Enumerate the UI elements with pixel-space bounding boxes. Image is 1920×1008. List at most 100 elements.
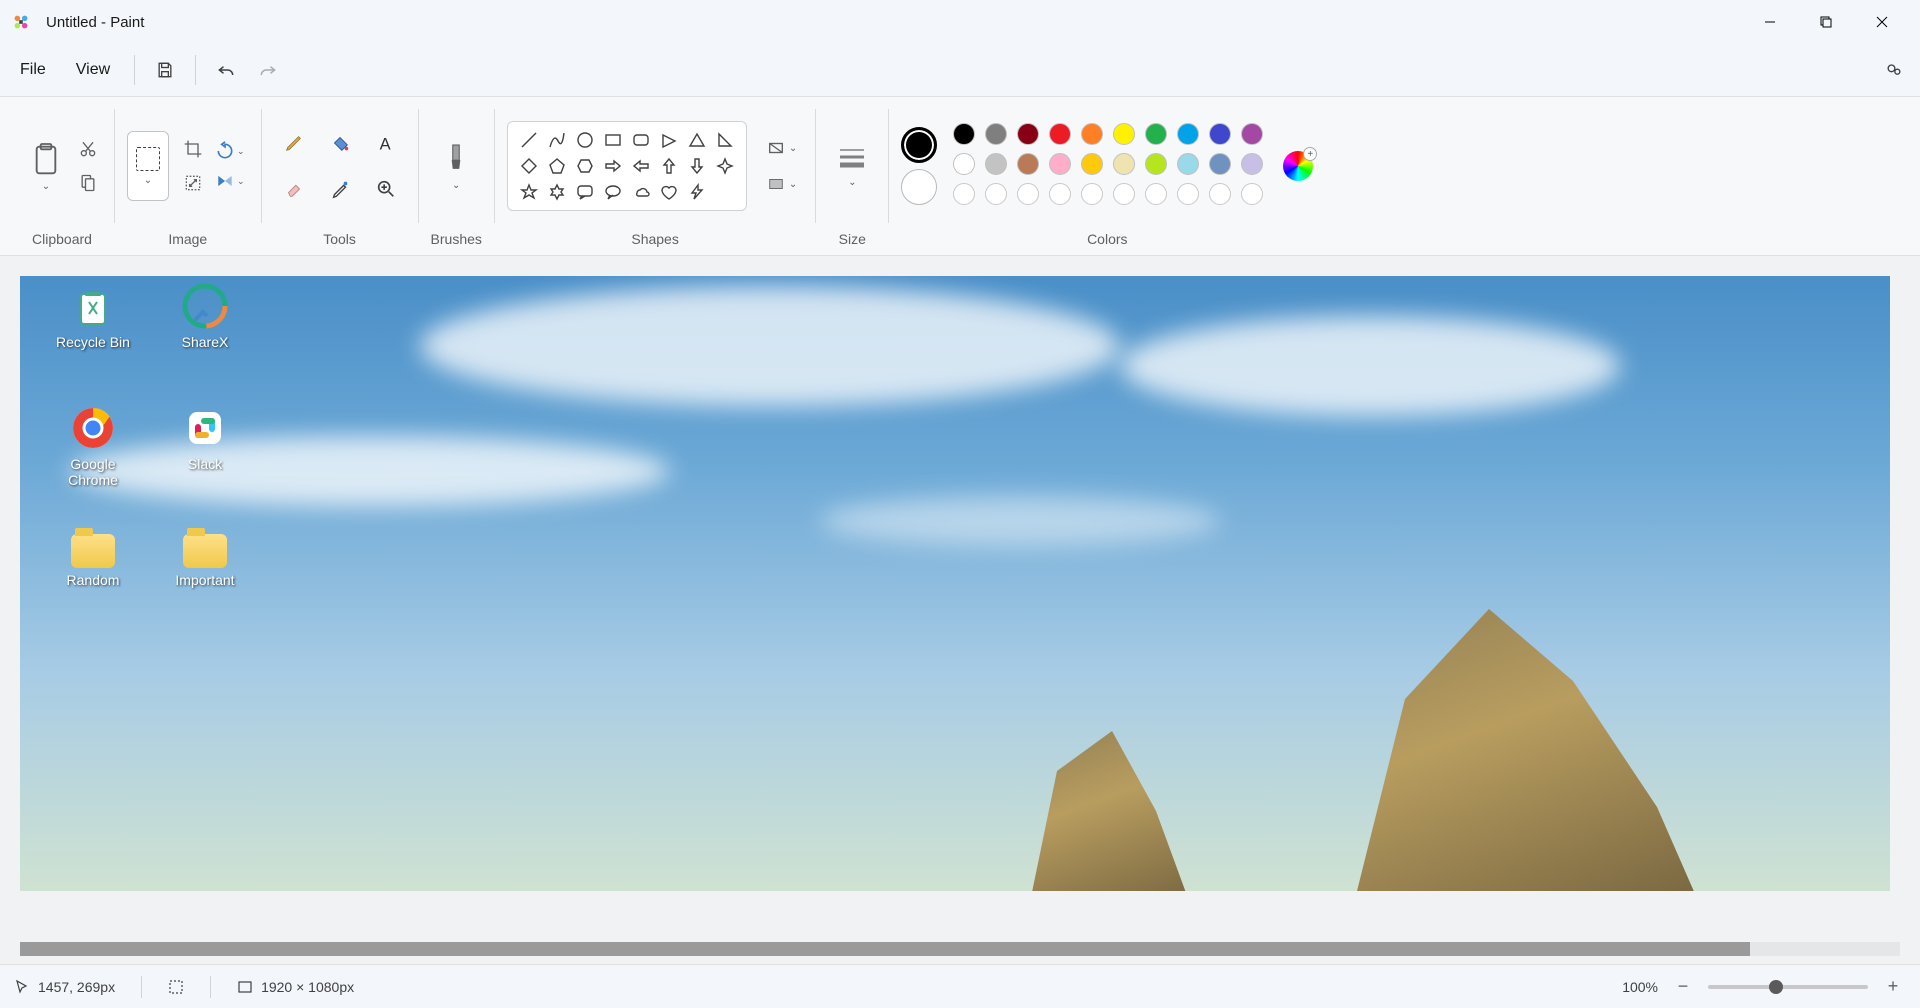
paste-button[interactable]: ⌄	[22, 137, 70, 196]
size-button[interactable]: ⌄	[828, 141, 876, 192]
vertical-scrollbar[interactable]	[1902, 276, 1916, 936]
color-swatch-19[interactable]	[1241, 153, 1263, 175]
selection-size-icon	[168, 979, 184, 995]
shape-outline-button[interactable]: ⌄	[761, 135, 803, 161]
shape-diamond[interactable]	[516, 154, 542, 178]
shape-pentagon[interactable]	[544, 154, 570, 178]
chevron-down-icon: ⌄	[42, 181, 50, 192]
color-swatch-1[interactable]	[985, 123, 1007, 145]
custom-color-slot-1[interactable]	[985, 183, 1007, 205]
color-swatch-5[interactable]	[1113, 123, 1135, 145]
copilot-button[interactable]	[1874, 50, 1914, 90]
color-swatch-3[interactable]	[1049, 123, 1071, 145]
paint-app-icon	[10, 11, 32, 33]
custom-color-slot-6[interactable]	[1145, 183, 1167, 205]
minimize-button[interactable]	[1742, 0, 1798, 44]
shape-hexagon[interactable]	[572, 154, 598, 178]
color-swatch-18[interactable]	[1209, 153, 1231, 175]
edit-colors-button[interactable]: +	[1283, 151, 1313, 181]
custom-color-slot-0[interactable]	[953, 183, 975, 205]
zoom-slider[interactable]	[1708, 985, 1868, 989]
sharex-icon	[181, 282, 229, 330]
desktop-icon-label: Random	[67, 572, 120, 588]
custom-color-slot-8[interactable]	[1209, 183, 1231, 205]
color-swatch-7[interactable]	[1177, 123, 1199, 145]
shape-oval[interactable]	[572, 128, 598, 152]
color-swatch-2[interactable]	[1017, 123, 1039, 145]
maximize-button[interactable]	[1798, 0, 1854, 44]
custom-color-slot-5[interactable]	[1113, 183, 1135, 205]
shape-rounded-rectangle[interactable]	[628, 128, 654, 152]
magnifier-tool[interactable]	[366, 169, 406, 209]
zoom-in-button[interactable]: +	[1880, 974, 1906, 1000]
color-swatch-16[interactable]	[1145, 153, 1167, 175]
color-swatch-8[interactable]	[1209, 123, 1231, 145]
custom-color-slot-9[interactable]	[1241, 183, 1263, 205]
color-picker-tool[interactable]	[320, 169, 360, 209]
shape-five-point-star[interactable]	[516, 180, 542, 204]
undo-button[interactable]	[206, 50, 246, 90]
rotate-button[interactable]: ⌄	[211, 139, 249, 163]
shape-curve[interactable]	[544, 128, 570, 152]
zoom-out-button[interactable]: −	[1670, 974, 1696, 1000]
cut-button[interactable]	[74, 135, 102, 163]
fill-tool[interactable]	[320, 123, 360, 163]
recycle-icon	[69, 282, 117, 330]
shape-oval-callout[interactable]	[600, 180, 626, 204]
horizontal-scrollbar[interactable]	[20, 942, 1900, 956]
close-button[interactable]	[1854, 0, 1910, 44]
shape-rounded-callout[interactable]	[572, 180, 598, 204]
color-swatch-14[interactable]	[1081, 153, 1103, 175]
color-swatch-6[interactable]	[1145, 123, 1167, 145]
eraser-tool[interactable]	[274, 169, 314, 209]
text-tool[interactable]: A	[366, 123, 406, 163]
redo-button[interactable]	[248, 50, 288, 90]
color-1-well[interactable]	[901, 127, 937, 163]
shape-triangle[interactable]	[684, 128, 710, 152]
color-swatch-0[interactable]	[953, 123, 975, 145]
color-swatch-10[interactable]	[953, 153, 975, 175]
desktop-icon-label: Recycle Bin	[56, 334, 130, 350]
folder-icon	[71, 534, 115, 568]
menu-view[interactable]: View	[62, 53, 124, 87]
color-swatch-13[interactable]	[1049, 153, 1071, 175]
copy-button[interactable]	[74, 169, 102, 197]
shape-arrow-down[interactable]	[684, 154, 710, 178]
brushes-button[interactable]: ⌄	[433, 138, 479, 195]
color-2-well[interactable]	[901, 169, 937, 205]
select-button[interactable]: ⌄	[127, 131, 169, 201]
color-swatch-15[interactable]	[1113, 153, 1135, 175]
shape-right-triangle[interactable]	[712, 128, 738, 152]
shape-arrow-left[interactable]	[628, 154, 654, 178]
shape-line[interactable]	[516, 128, 542, 152]
shape-lightning[interactable]	[684, 180, 710, 204]
shape-arrow-right[interactable]	[600, 154, 626, 178]
zoom-level: 100%	[1622, 979, 1658, 995]
save-button[interactable]	[145, 50, 185, 90]
color-swatch-4[interactable]	[1081, 123, 1103, 145]
custom-color-slot-2[interactable]	[1017, 183, 1039, 205]
divider	[141, 976, 142, 998]
custom-color-slot-3[interactable]	[1049, 183, 1071, 205]
shape-arrow-up[interactable]	[656, 154, 682, 178]
shape-heart[interactable]	[656, 180, 682, 204]
resize-button[interactable]	[179, 169, 207, 197]
shape-fill-button[interactable]: ⌄	[761, 171, 803, 197]
custom-color-slot-7[interactable]	[1177, 183, 1199, 205]
divider	[195, 55, 196, 85]
shape-rectangle[interactable]	[600, 128, 626, 152]
pencil-tool[interactable]	[274, 123, 314, 163]
shape-six-point-star[interactable]	[544, 180, 570, 204]
color-swatch-17[interactable]	[1177, 153, 1199, 175]
shape-polygon[interactable]	[656, 128, 682, 152]
custom-color-slot-4[interactable]	[1081, 183, 1103, 205]
flip-button[interactable]: ⌄	[211, 169, 249, 193]
shape-four-point-star[interactable]	[712, 154, 738, 178]
color-swatch-12[interactable]	[1017, 153, 1039, 175]
menu-file[interactable]: File	[6, 53, 60, 87]
color-swatch-9[interactable]	[1241, 123, 1263, 145]
canvas[interactable]: Recycle BinShareXGoogle ChromeSlackRando…	[20, 276, 1890, 891]
color-swatch-11[interactable]	[985, 153, 1007, 175]
shape-cloud-callout[interactable]	[628, 180, 654, 204]
crop-button[interactable]	[179, 135, 207, 163]
